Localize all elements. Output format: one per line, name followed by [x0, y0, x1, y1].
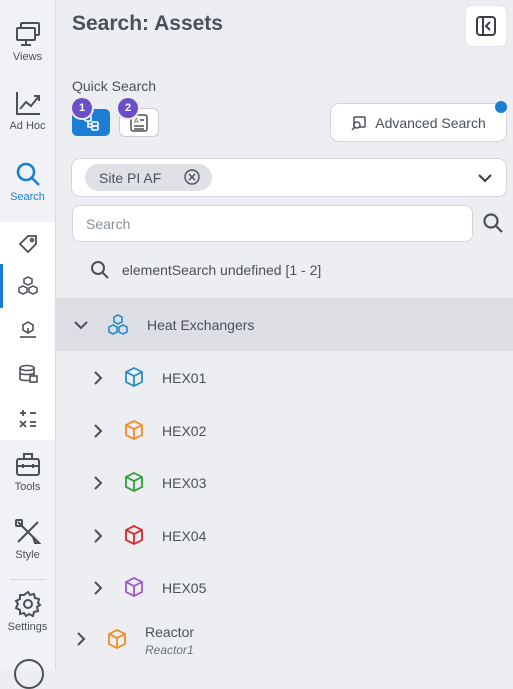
subnav-asset-templates[interactable]: [0, 308, 55, 352]
chevron-right-icon[interactable]: [74, 631, 88, 647]
advanced-search-button[interactable]: Advanced Search: [331, 104, 506, 141]
rail-label-views: Views: [12, 51, 43, 63]
result-summary: elementSearch undefined [1 - 2]: [90, 260, 321, 280]
rail-label-search: Search: [10, 191, 45, 203]
tree-row-sublabel: Reactor1: [145, 643, 194, 657]
asset-cube-icon: [125, 419, 143, 441]
search-submit-icon[interactable]: [482, 212, 504, 234]
tree-row-label: HEX04: [162, 528, 207, 544]
asset-cube-icon: [125, 471, 143, 493]
monitor-stack-icon: [15, 22, 40, 46]
toolbox-icon: [15, 453, 40, 476]
asset-cube-icon: [125, 576, 143, 598]
tree-row-label: HEX03: [162, 475, 207, 491]
chevron-right-icon[interactable]: [91, 580, 105, 596]
tree-row-label: Reactor: [145, 624, 195, 640]
database-icon: [18, 364, 38, 383]
rail-item-tools[interactable]: Tools: [0, 450, 55, 493]
tree-row-label: HEX01: [162, 370, 207, 386]
tree-row-reactor[interactable]: Reactor Reactor1: [55, 614, 513, 670]
calculator-icon: [18, 410, 36, 428]
remove-chip-icon[interactable]: [184, 169, 200, 185]
asset-group-icon: [108, 314, 128, 335]
quick-search-badge-2: 2: [118, 98, 138, 118]
advanced-search-label: Advanced Search: [375, 114, 486, 131]
rail-item-adhoc[interactable]: Ad Hoc: [0, 89, 55, 132]
tree-row-hex02[interactable]: HEX02: [55, 404, 513, 456]
tree-row-label: HEX02: [162, 423, 207, 439]
advanced-search-icon: [351, 115, 366, 131]
style-tools-icon: [14, 519, 41, 544]
tree-row-label: HEX05: [162, 580, 207, 596]
chevron-right-icon[interactable]: [91, 528, 105, 544]
rail-label-style: Style: [15, 549, 40, 561]
rail-item-views[interactable]: Views: [0, 20, 55, 63]
panel-collapse-icon: [476, 16, 496, 36]
quick-search-badge-1: 1: [72, 98, 92, 118]
rail-item-search[interactable]: Search: [0, 160, 55, 203]
tag-icon: [18, 235, 37, 254]
nav-rail: Views Ad Hoc Search Tools Style Settings: [0, 0, 56, 689]
page-title: Search: Assets: [72, 12, 223, 35]
asset-cube-icon: [125, 524, 143, 546]
tree-row-hex03[interactable]: HEX03: [55, 456, 513, 509]
search-subnav: [0, 222, 55, 440]
assets-icon: [17, 276, 38, 295]
gear-icon: [14, 590, 42, 618]
subnav-tags[interactable]: [0, 222, 55, 266]
chevron-down-icon[interactable]: [476, 169, 494, 187]
asset-cube-icon: [125, 366, 143, 388]
tree-row-hex05[interactable]: HEX05: [55, 561, 513, 614]
tree-row-hex04[interactable]: HEX04: [55, 509, 513, 561]
result-summary-text: elementSearch undefined [1 - 2]: [122, 262, 322, 278]
asset-cube-icon: [108, 628, 126, 650]
search-result-icon: [91, 261, 109, 279]
tree-row-heat-exchangers[interactable]: Heat Exchangers: [55, 298, 513, 351]
chevron-right-icon[interactable]: [91, 423, 105, 439]
trend-chart-icon: [15, 92, 40, 115]
source-chip: Site PI AF: [85, 164, 212, 191]
chevron-right-icon[interactable]: [91, 370, 105, 386]
search-input[interactable]: [72, 205, 473, 242]
rail-label-tools: Tools: [14, 481, 41, 493]
asset-template-icon: [19, 321, 36, 338]
svg-text:A: A: [134, 118, 139, 125]
tree-row-hex01[interactable]: HEX01: [55, 351, 513, 404]
rail-label-settings: Settings: [7, 621, 48, 633]
help-icon[interactable]: [14, 659, 44, 689]
rail-item-style[interactable]: Style: [0, 518, 55, 561]
subnav-databases[interactable]: [0, 352, 55, 396]
collapse-panel-button[interactable]: [466, 6, 506, 46]
chevron-down-icon[interactable]: [73, 317, 89, 333]
data-source-select[interactable]: Site PI AF: [72, 159, 506, 196]
rail-label-adhoc: Ad Hoc: [9, 120, 46, 132]
search-icon: [16, 162, 40, 186]
chevron-right-icon[interactable]: [91, 475, 105, 491]
notification-dot: [495, 101, 507, 113]
source-chip-label: Site PI AF: [99, 169, 162, 186]
tree-row-label: Heat Exchangers: [147, 317, 255, 333]
rail-divider: [10, 579, 45, 580]
subnav-calculations[interactable]: [0, 396, 55, 440]
subnav-assets[interactable]: [0, 264, 55, 308]
rail-item-settings[interactable]: Settings: [0, 590, 55, 633]
quick-search-label: Quick Search: [72, 78, 157, 94]
